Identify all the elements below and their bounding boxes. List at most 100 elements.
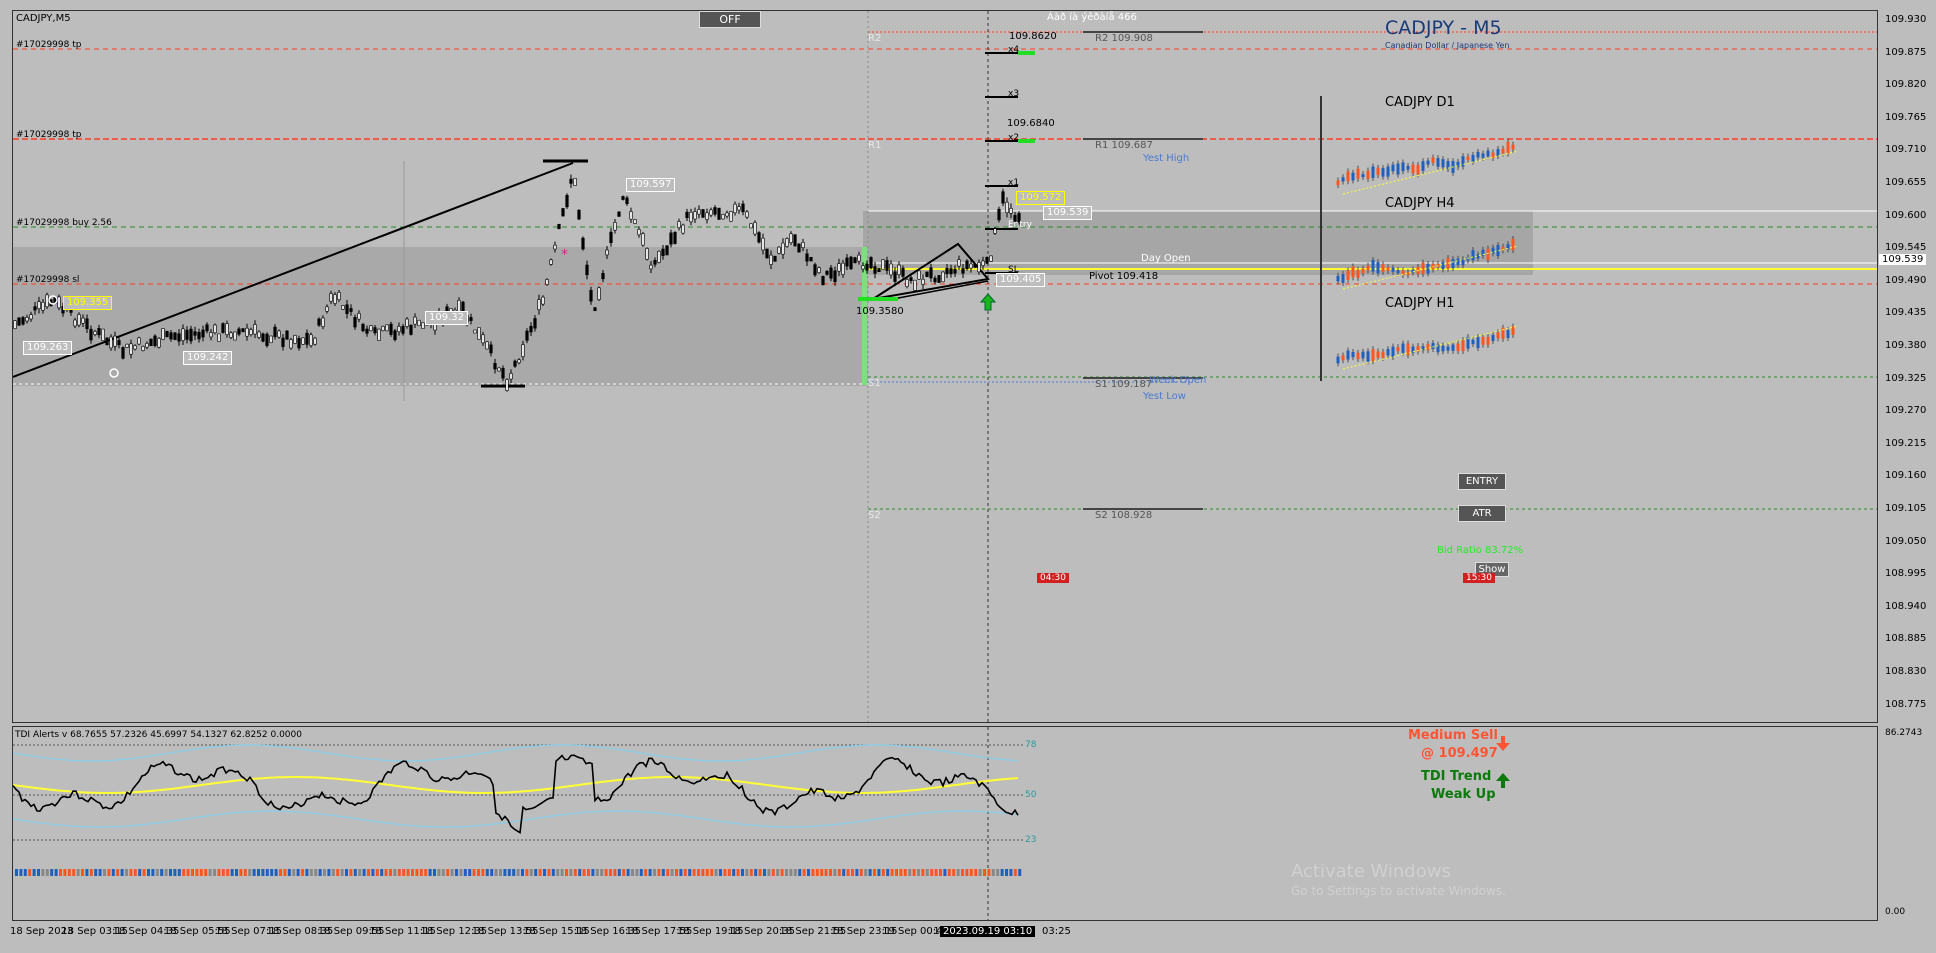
tdi-dot bbox=[107, 869, 111, 876]
candle-body bbox=[809, 257, 813, 262]
candle-body bbox=[249, 329, 253, 335]
tdi-dot bbox=[600, 869, 604, 876]
mini-d1-title: CADJPY D1 bbox=[1385, 95, 1455, 110]
tdi-dot bbox=[516, 869, 520, 876]
candle-body bbox=[985, 256, 989, 264]
atr-button[interactable]: ATR bbox=[1458, 505, 1506, 522]
candle-body bbox=[741, 203, 745, 213]
candle-body bbox=[573, 178, 577, 186]
tdi-dot bbox=[76, 869, 80, 876]
tdi-dot bbox=[243, 869, 247, 876]
mini-candle-body bbox=[1346, 350, 1350, 360]
candle-body bbox=[873, 266, 877, 274]
mini-candle-body bbox=[1451, 259, 1455, 269]
tdi-dot bbox=[428, 869, 432, 876]
mini-candle-body bbox=[1496, 332, 1500, 339]
candle-body bbox=[257, 331, 261, 338]
tdi-dot bbox=[705, 869, 709, 876]
candle-body bbox=[805, 253, 809, 262]
tdi-lower-band bbox=[13, 810, 1019, 828]
candle-body bbox=[781, 242, 785, 255]
tdi-dot bbox=[103, 869, 106, 876]
tdi-dot bbox=[547, 869, 551, 876]
week-open-label: Week Open bbox=[1149, 375, 1207, 386]
tdi-dot bbox=[965, 869, 969, 876]
tdi-dot bbox=[974, 869, 978, 876]
mini-candle-body bbox=[1456, 258, 1460, 266]
tdi-dot bbox=[969, 869, 973, 876]
tdi-dot bbox=[72, 869, 76, 876]
price-axis[interactable]: 109.930 109.875 109.820 109.765 109.710 109.6… bbox=[1879, 10, 1936, 921]
tdi-dot bbox=[472, 869, 476, 876]
candle-body bbox=[1001, 191, 1005, 204]
price-tick: 109.820 bbox=[1885, 79, 1927, 91]
tdi-axis-bottom: 0.00 bbox=[1885, 907, 1906, 917]
candle-body bbox=[641, 233, 645, 246]
weak-up-label: Weak Up bbox=[1431, 787, 1496, 802]
tdi-dot bbox=[741, 869, 744, 876]
price-tick: 109.270 bbox=[1885, 405, 1927, 417]
price-tick: 109.160 bbox=[1885, 470, 1927, 482]
candle-body bbox=[793, 234, 797, 247]
candle-body bbox=[545, 279, 549, 285]
candle-body bbox=[217, 333, 221, 342]
mini-candle-body bbox=[1371, 166, 1375, 178]
tdi-dot bbox=[41, 869, 45, 876]
tdi-dot bbox=[345, 869, 348, 876]
candle-body bbox=[717, 207, 721, 220]
candle-body bbox=[233, 331, 237, 341]
candle-body bbox=[501, 368, 505, 379]
candle-body bbox=[933, 277, 937, 283]
candle-body bbox=[845, 257, 849, 267]
medium-sell-label: Medium Sell bbox=[1408, 728, 1498, 743]
mini-candle-body bbox=[1391, 267, 1395, 272]
tdi-dot bbox=[617, 869, 621, 876]
tdi-dot bbox=[512, 869, 516, 876]
mini-candle-body bbox=[1366, 351, 1370, 362]
tdi-indicator-panel[interactable]: TDI Alerts v 68.7655 57.2326 45.6997 54.… bbox=[12, 726, 1878, 921]
candle-body bbox=[481, 334, 485, 344]
tdi-dot bbox=[230, 869, 234, 876]
candle-body bbox=[785, 238, 789, 247]
candle-body bbox=[593, 307, 597, 311]
tdi-dot bbox=[538, 869, 542, 876]
tdi-dot bbox=[375, 869, 379, 876]
candle-body bbox=[21, 317, 25, 325]
time-axis[interactable]: 18 Sep 2023 18 Sep 03:15 18 Sep 04:35 18 Se… bbox=[10, 921, 1878, 953]
candle-body bbox=[537, 299, 541, 311]
tdi-dot bbox=[186, 869, 190, 876]
mini-candle-body bbox=[1441, 159, 1445, 168]
candle-body bbox=[961, 268, 965, 274]
tdi-dot bbox=[367, 869, 370, 876]
tdi-dot bbox=[679, 869, 683, 876]
tdi-dot bbox=[406, 869, 410, 876]
tdi-trend-dots bbox=[15, 869, 1022, 876]
mini-candle-body bbox=[1406, 165, 1410, 170]
candle-body bbox=[773, 255, 777, 262]
candle-body bbox=[173, 332, 177, 340]
candle-body bbox=[745, 211, 749, 218]
candle-body bbox=[713, 207, 717, 215]
mini-candle-body bbox=[1461, 156, 1465, 167]
target-entry: Entry bbox=[1008, 220, 1032, 230]
s2-tag: S2 bbox=[868, 510, 881, 521]
mini-candle-body bbox=[1341, 274, 1345, 283]
candle-body bbox=[253, 324, 257, 335]
off-button[interactable]: OFF bbox=[699, 11, 761, 28]
tdi-dot bbox=[424, 869, 428, 876]
tdi-dot bbox=[604, 869, 608, 876]
candle-body bbox=[213, 324, 217, 334]
candle-body bbox=[597, 287, 601, 300]
tdi-dot bbox=[125, 869, 128, 876]
tdi-dot bbox=[807, 869, 810, 876]
time-tag-0430: 04:30 bbox=[1037, 573, 1069, 583]
candle-body bbox=[265, 333, 269, 346]
price-tick: 109.325 bbox=[1885, 372, 1927, 384]
entry-button[interactable]: ENTRY bbox=[1458, 473, 1506, 490]
mini-candle-body bbox=[1436, 158, 1440, 167]
tdi-dot bbox=[459, 869, 463, 876]
main-chart[interactable]: * CADJPY,M5 OFF Áàð íà ýêðàíå 466 #17029… bbox=[12, 10, 1878, 723]
tdi-dot bbox=[529, 869, 533, 876]
price-tag-109572: 109.572 bbox=[1016, 191, 1066, 205]
candle-body bbox=[965, 260, 969, 270]
